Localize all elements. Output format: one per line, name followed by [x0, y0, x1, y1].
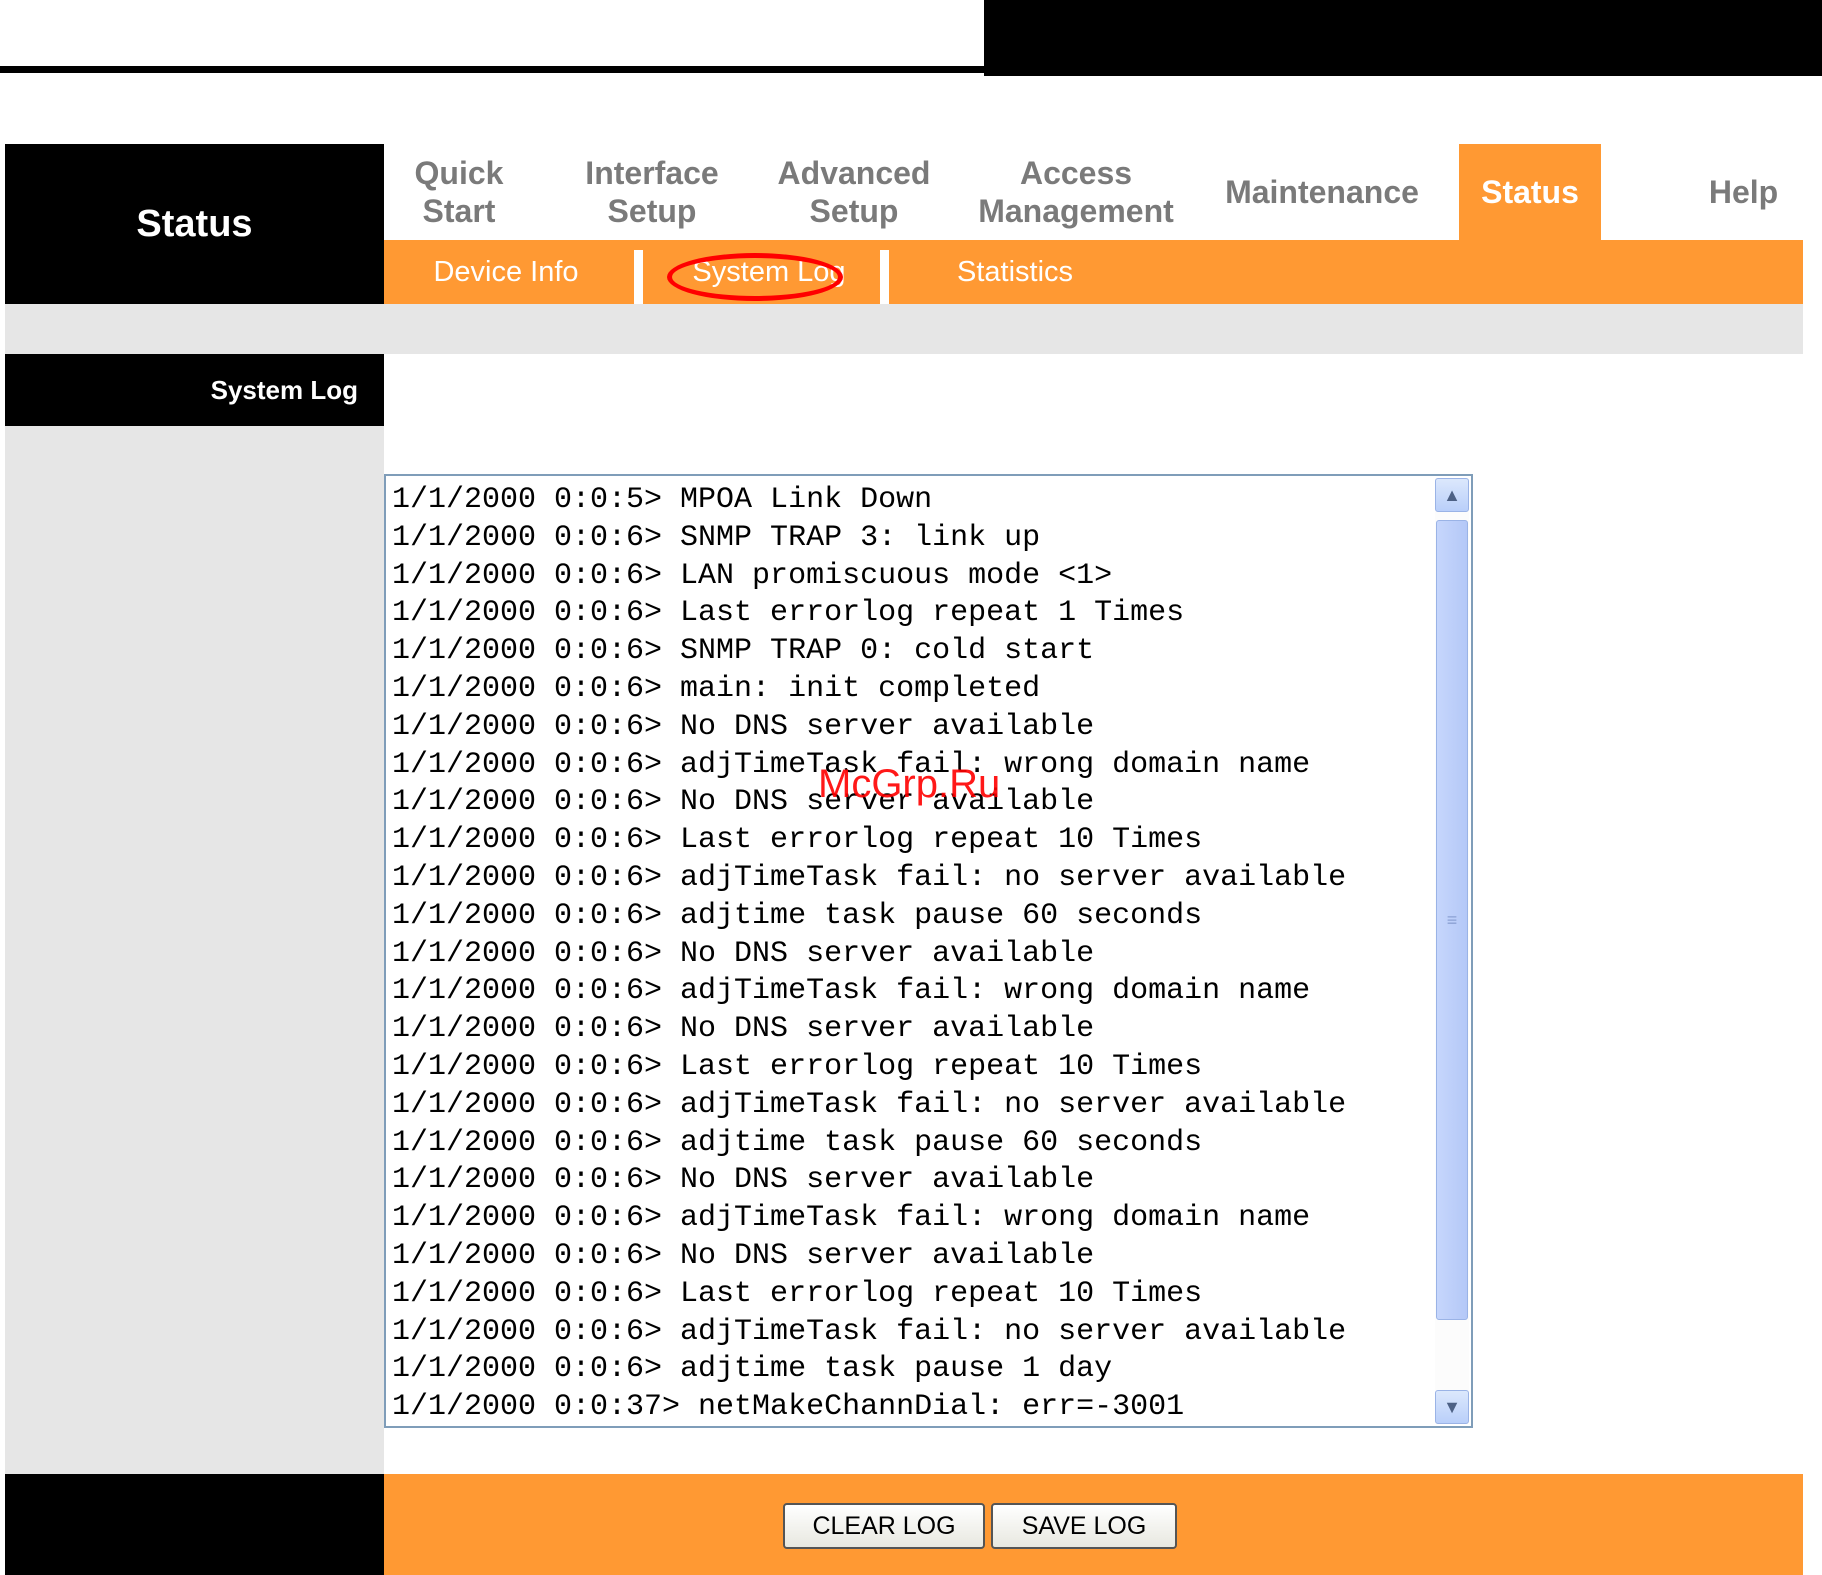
log-line: 1/1/2000 0:0:5> MPOA Link Down [392, 483, 933, 517]
log-line: 1/1/2000 0:0:6> adjTimeTask fail: no ser… [392, 1314, 1347, 1349]
log-line: 1/1/2000 0:0:6> No DNS server available [392, 709, 1095, 744]
log-lines: 1/1/2000 0:0:5> MPOA Link Down 1/1/2000 0… [392, 482, 1432, 1426]
nav-access-management[interactable]: Access Management [956, 144, 1196, 240]
subnav-device-info[interactable]: Device Info [384, 240, 628, 304]
log-line: 1/1/2000 0:0:6> adjTimeTask fail: wrong … [392, 974, 1311, 1009]
log-line: 1/1/2000 0:0:6> adjtime task pause 1 day [392, 1352, 1113, 1387]
nav-interface-setup[interactable]: Interface Setup [552, 144, 752, 240]
nav-maintenance[interactable]: Maintenance [1212, 144, 1432, 240]
grip-icon: ≡ [1446, 909, 1458, 930]
page-title: Status [5, 144, 384, 304]
log-line: 1/1/2000 0:0:6> Last errorlog repeat 1 T… [392, 596, 1185, 631]
log-line: 1/1/2000 0:0:6> adjtime task pause 60 se… [392, 898, 1203, 933]
sub-nav: Device Info System Log Statistics [384, 240, 1803, 304]
log-line: 1/1/2000 0:0:6> SNMP TRAP 0: cold start [392, 634, 1095, 669]
save-log-button[interactable]: SAVE LOG [991, 1503, 1177, 1549]
log-line: 1/1/2000 0:0:6> adjTimeTask fail: wrong … [392, 1201, 1311, 1236]
log-line: 1/1/2000 0:0:6> No DNS server available [392, 1012, 1095, 1047]
system-log-textarea[interactable]: 1/1/2000 0:0:5> MPOA Link Down 1/1/2000 0… [384, 474, 1473, 1428]
log-line: 1/1/2000 0:0:6> adjTimeTask fail: no ser… [392, 1087, 1347, 1122]
log-line: 1/1/2000 0:0:6> No DNS server available [392, 1163, 1095, 1198]
scroll-up-icon[interactable]: ▲ [1435, 478, 1469, 512]
log-line: 1/1/2000 0:0:6> No DNS server available [392, 936, 1095, 971]
subnav-separator [634, 250, 643, 304]
nav-advanced-setup[interactable]: Advanced Setup [754, 144, 954, 240]
log-line: 1/1/2000 0:0:6> Last errorlog repeat 10 … [392, 1049, 1203, 1084]
gray-band [5, 304, 1803, 354]
highlight-annotation [667, 253, 843, 301]
document-header-rule [0, 66, 1822, 73]
page: { "header": { "brand": "Status" }, "nav"… [0, 0, 1822, 1575]
nav-quick-start[interactable]: Quick Start [384, 144, 534, 240]
log-line: 1/1/2000 0:0:6> No DNS server available [392, 1238, 1095, 1273]
log-scrollbar[interactable]: ▲ ≡ ▼ [1435, 478, 1469, 1424]
subnav-separator [880, 250, 889, 304]
watermark: McGrp.Ru [818, 762, 1001, 806]
log-line: 1/1/2000 0:0:6> Last errorlog repeat 10 … [392, 1276, 1203, 1311]
nav-status[interactable]: Status [1459, 144, 1601, 240]
document-header-block [984, 0, 1822, 76]
log-line: 1/1/2000 0:0:6> main: init completed [392, 671, 1041, 706]
subnav-statistics[interactable]: Statistics [890, 240, 1140, 304]
scrollbar-thumb[interactable]: ≡ [1436, 520, 1468, 1320]
nav-help[interactable]: Help [1684, 144, 1803, 240]
main-nav: Quick Start Interface Setup Advanced Setup … [384, 144, 1803, 240]
scroll-down-icon[interactable]: ▼ [1435, 1390, 1469, 1424]
log-line: 1/1/2000 0:0:6> adjtime task pause 60 se… [392, 1125, 1203, 1160]
footer-left [5, 1474, 384, 1575]
log-line: 1/1/2000 0:0:6> adjTimeTask fail: no ser… [392, 860, 1347, 895]
side-column [5, 354, 384, 1474]
log-line: 1/1/2000 0:0:6> Last errorlog repeat 10 … [392, 823, 1203, 858]
log-line: 1/1/2000 0:0:6> SNMP TRAP 3: link up [392, 520, 1041, 555]
log-line: 1/1/2000 0:0:37> netMakeChannDial: err=-… [392, 1390, 1185, 1425]
log-line: 1/1/2000 0:0:6> LAN promiscuous mode <1> [392, 558, 1113, 593]
section-title: System Log [5, 354, 384, 426]
clear-log-button[interactable]: CLEAR LOG [783, 1503, 985, 1549]
